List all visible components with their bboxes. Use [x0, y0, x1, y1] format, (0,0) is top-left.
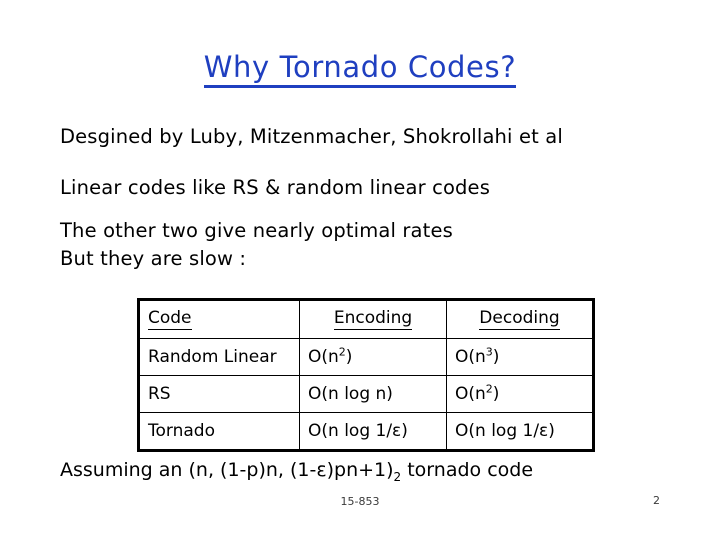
table-header-encoding-label: Encoding — [333, 307, 413, 330]
cell-decoding-base: O(n — [455, 346, 486, 367]
cell-decoding-sup: 3 — [485, 344, 493, 358]
caption-before: Assuming an (n, (1-p)n, (1-ε)pn+1) — [60, 459, 394, 481]
table-header-code-label: Code — [148, 307, 192, 330]
cell-code: RS — [138, 375, 300, 413]
caption-after: tornado code — [401, 459, 534, 481]
cell-decoding-base: O(n — [455, 383, 486, 404]
complexity-table: Code Encoding Decoding Random Linear O(n… — [137, 298, 595, 452]
cell-encoding-base: O(n — [308, 346, 339, 367]
table-header-decoding-label: Decoding — [479, 307, 560, 330]
body-line-2: Linear codes like RS & random linear cod… — [60, 176, 491, 199]
cell-encoding: O(n log n) — [299, 375, 447, 413]
cell-encoding-base: O(n log n) — [308, 383, 393, 404]
slide-caption: Assuming an (n, (1-p)n, (1-ε)pn+1)2 torn… — [60, 459, 534, 483]
slide-title: Why Tornado Codes? — [0, 50, 720, 89]
table-header-code: Code — [138, 299, 300, 339]
cell-decoding-base: O(n log 1/ε) — [455, 420, 555, 441]
cell-encoding-tail: ) — [345, 346, 353, 367]
cell-code: Tornado — [138, 412, 300, 451]
cell-decoding: O(n3) — [446, 338, 594, 376]
cell-encoding: O(n log 1/ε) — [299, 412, 447, 451]
cell-decoding: O(n2) — [446, 375, 594, 413]
body-line-1: Desgined by Luby, Mitzenmacher, Shokroll… — [60, 125, 563, 148]
cell-decoding-tail: ) — [492, 383, 500, 404]
table-header-encoding: Encoding — [299, 299, 447, 339]
table-row: RS O(n log n) O(n2) — [138, 375, 594, 413]
cell-decoding-sup: 2 — [485, 381, 493, 395]
cell-code: Random Linear — [138, 338, 300, 376]
slide-canvas: Why Tornado Codes? Desgined by Luby, Mit… — [0, 0, 720, 540]
footer-course-label: 15-853 — [340, 495, 380, 508]
table-header-decoding: Decoding — [446, 299, 594, 339]
slide-title-text: Why Tornado Codes? — [203, 52, 517, 89]
table-header-row: Code Encoding Decoding — [138, 299, 594, 339]
cell-decoding: O(n log 1/ε) — [446, 412, 594, 451]
cell-encoding: O(n2) — [299, 338, 447, 376]
table-row: Tornado O(n log 1/ε) O(n log 1/ε) — [138, 412, 594, 451]
cell-decoding-tail: ) — [492, 346, 500, 367]
table-row: Random Linear O(n2) O(n3) — [138, 338, 594, 376]
body-line-4: But they are slow : — [60, 247, 247, 270]
footer-page-number: 2 — [653, 494, 660, 507]
cell-encoding-sup: 2 — [338, 344, 346, 358]
cell-encoding-base: O(n log 1/ε) — [308, 420, 408, 441]
body-line-3: The other two give nearly optimal rates — [60, 219, 453, 242]
